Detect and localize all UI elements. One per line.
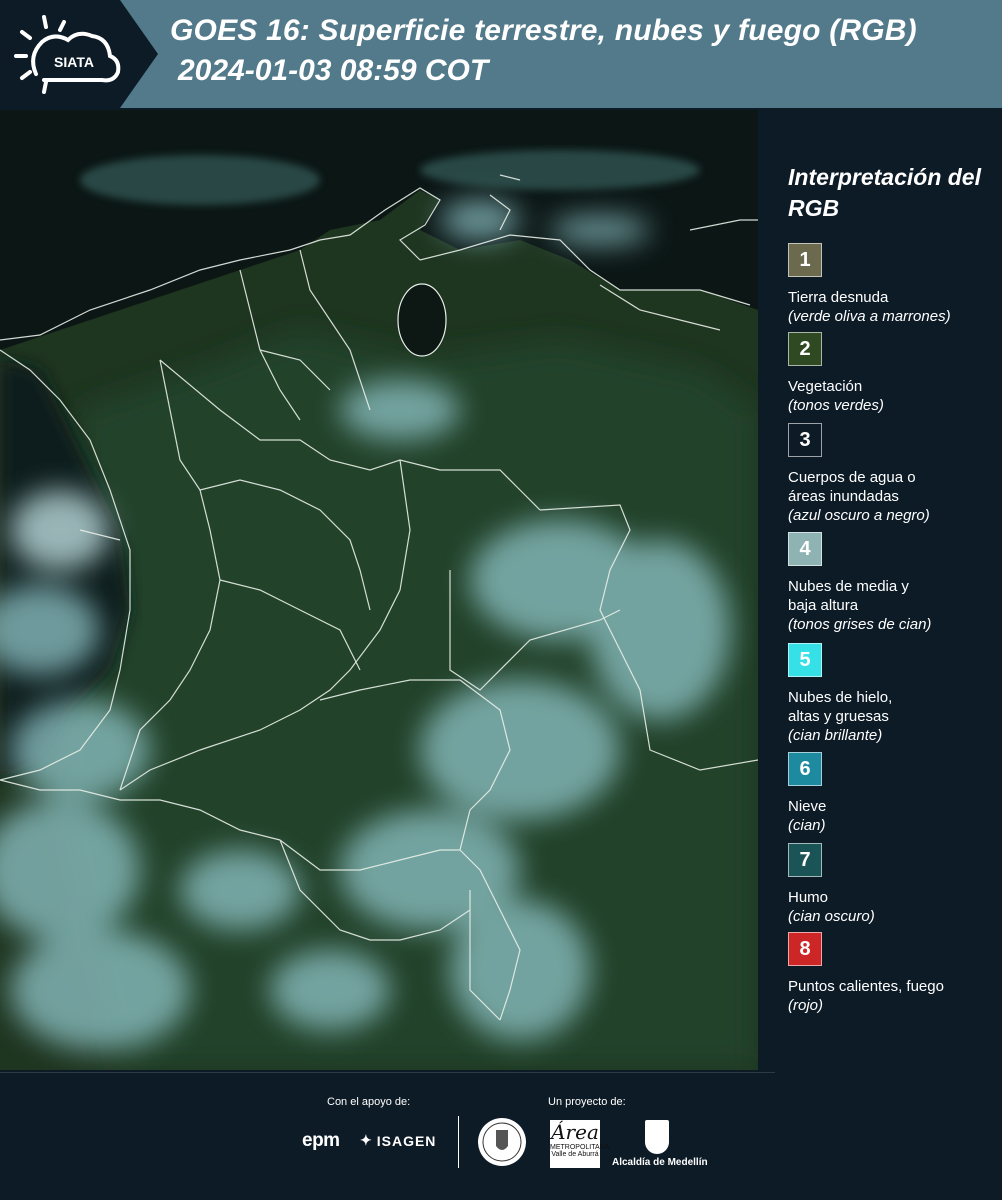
legend-swatch: 2 xyxy=(788,332,822,366)
legend-item-desc: (cian oscuro) xyxy=(788,908,875,925)
legend-item-desc: (tonos verdes) xyxy=(788,397,884,414)
alcaldia-logo: Alcaldía de Medellín xyxy=(612,1120,708,1168)
isagen-label: ISAGEN xyxy=(376,1132,437,1149)
legend-item-2: 2 Vegetación (tonos verdes) xyxy=(788,332,998,415)
satellite-map xyxy=(0,110,758,1070)
legend-item-label: Cuerpos de agua o áreas inundadas xyxy=(788,469,916,505)
legend-swatch: 7 xyxy=(788,843,822,877)
project-label: Un proyecto de: xyxy=(548,1096,626,1108)
legend-item-label: Nieve xyxy=(788,798,827,815)
legend-item-label: Nubes de hielo, altas y gruesas xyxy=(788,689,893,725)
epm-logo: epm xyxy=(302,1130,340,1151)
legend-item-6: 6 Nieve (cian) xyxy=(788,752,998,835)
legend-swatch: 4 xyxy=(788,532,822,566)
legend-item-label: Tierra desnuda xyxy=(788,289,889,306)
support-label: Con el apoyo de: xyxy=(327,1096,411,1108)
legend-item-desc: (tonos grises de cian) xyxy=(788,616,932,633)
amva-logo-sub2: Valle de Aburrá xyxy=(551,1151,599,1158)
legend-item-desc: (cian) xyxy=(788,817,826,834)
timestamp-title: 2024-01-03 08:59 COT xyxy=(178,54,489,87)
footer-separator xyxy=(0,1072,775,1073)
legend-swatch: 5 xyxy=(788,643,822,677)
amva-logo-sub: METROPOLITANA xyxy=(550,1144,610,1151)
legend-title: Interpretación del RGB xyxy=(788,164,981,221)
amva-logo-text: Área xyxy=(551,1120,599,1144)
legend-swatch: 3 xyxy=(788,423,822,457)
isagen-icon: ✦ xyxy=(360,1132,373,1148)
legend-swatch: 1 xyxy=(788,243,822,277)
legend-item-desc: (azul oscuro a negro) xyxy=(788,507,930,524)
siata-sun-cloud-icon: SIATA xyxy=(14,15,121,94)
alcaldia-label: Alcaldía de Medellín xyxy=(612,1157,708,1168)
legend-item-7: 7 Humo (cian oscuro) xyxy=(788,843,998,926)
legend-item-1: 1 Tierra desnuda (verde oliva a marrones… xyxy=(788,243,998,326)
amva-logo: Área METROPOLITANA Valle de Aburrá xyxy=(550,1120,610,1168)
shield-icon xyxy=(645,1120,669,1154)
legend-item-3: 3 Cuerpos de agua o áreas inundadas (azu… xyxy=(788,423,998,525)
footer-divider xyxy=(458,1116,459,1168)
satellite-image xyxy=(0,110,758,1070)
legend-item-desc: (verde oliva a marrones) xyxy=(788,308,951,325)
legend-item-8: 8 Puntos calientes, fuego (rojo) xyxy=(788,932,998,1015)
legend-swatch: 8 xyxy=(788,932,822,966)
legend-item-label: Nubes de media y baja altura xyxy=(788,578,909,614)
legend-item-label: Humo xyxy=(788,889,829,906)
legend-item-label: Puntos calientes, fuego xyxy=(788,978,944,995)
isagen-logo: ✦ ISAGEN xyxy=(360,1132,436,1149)
legend-item-5: 5 Nubes de hielo, altas y gruesas (cian … xyxy=(788,643,998,745)
university-seal-icon xyxy=(478,1118,526,1166)
legend-item-desc: (rojo) xyxy=(788,997,824,1014)
legend-item-label: Vegetación xyxy=(788,378,863,395)
legend-swatch: 6 xyxy=(788,752,822,786)
legend-item-4: 4 Nubes de media y baja altura (tonos gr… xyxy=(788,532,998,634)
legend-item-desc: (cian brillante) xyxy=(788,727,883,744)
header-bar: SIATA GOES 16: Superficie terrestre, nub… xyxy=(0,0,1002,108)
rgb-legend: Interpretación del RGB 1 Tierra desnuda … xyxy=(760,110,1002,1070)
footer: Con el apoyo de: Un proyecto de: epm ✦ I… xyxy=(0,1072,1002,1200)
siata-logo: SIATA xyxy=(0,0,158,108)
svg-text:SIATA: SIATA xyxy=(54,54,94,70)
page-title: GOES 16: Superficie terrestre, nubes y f… xyxy=(170,14,917,47)
